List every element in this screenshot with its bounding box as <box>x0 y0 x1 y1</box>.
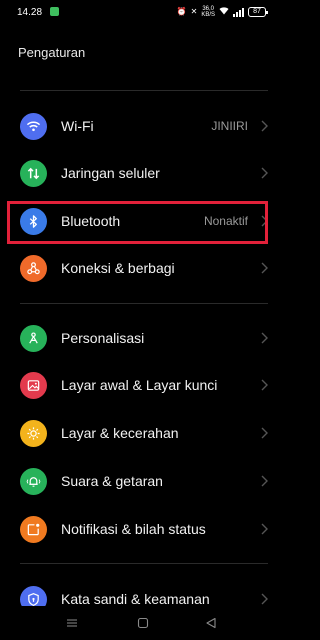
settings-item-sound-vibration[interactable]: Suara & getaran <box>0 458 286 506</box>
chevron-right-icon <box>258 522 270 536</box>
highlight-box <box>7 201 268 244</box>
settings-item-label: Notifikasi & bilah status <box>61 521 206 537</box>
chevron-right-icon <box>258 166 270 180</box>
connection-sharing-icon <box>20 255 47 282</box>
home-icon[interactable] <box>137 616 149 629</box>
settings-item-label: Suara & getaran <box>61 473 163 489</box>
chevron-right-icon <box>258 426 270 440</box>
recent-apps-icon[interactable] <box>66 616 78 628</box>
sound-vibration-icon <box>20 468 47 495</box>
settings-item-mobile-network[interactable]: Jaringan seluler <box>0 150 286 198</box>
chevron-right-icon <box>258 331 270 345</box>
chevron-right-icon <box>258 474 270 488</box>
signal-icon <box>233 7 244 17</box>
chevron-right-icon <box>258 261 270 275</box>
settings-item-value: JINIIRI <box>211 119 248 133</box>
settings-item-label: Wi-Fi <box>61 118 94 134</box>
settings-item-label: Layar & kecerahan <box>61 425 179 441</box>
settings-item-display-brightness[interactable]: Layar & kecerahan <box>0 410 286 458</box>
settings-item-wifi[interactable]: Wi-Fi JINIIRI <box>0 103 286 151</box>
settings-item-home-lock-screen[interactable]: Layar awal & Layar kunci <box>0 362 286 410</box>
navigation-bar <box>0 606 286 640</box>
status-time: 14.28 <box>17 7 43 18</box>
settings-item-personalization[interactable]: Personalisasi <box>0 315 286 363</box>
home-lock-screen-icon <box>20 372 47 399</box>
personalization-icon <box>20 325 47 352</box>
chevron-right-icon <box>258 592 270 606</box>
settings-item-connection-sharing[interactable]: Koneksi & berbagi <box>0 245 286 293</box>
battery-icon: 87 <box>248 7 268 17</box>
settings-item-label: Layar awal & Layar kunci <box>61 377 218 393</box>
page-title: Pengaturan <box>18 45 86 60</box>
chevron-right-icon <box>258 119 270 133</box>
settings-item-label: Personalisasi <box>61 330 145 346</box>
app-notification-icon <box>50 7 59 16</box>
chevron-right-icon <box>258 378 270 392</box>
settings-item-label: Kata sandi & keamanan <box>61 591 210 607</box>
wifi-status-icon <box>219 6 229 18</box>
wifi-icon <box>20 113 47 140</box>
network-speed: 36,0 KB/S <box>201 6 215 18</box>
mute-icon: ✕ <box>190 7 198 16</box>
status-bar: 14.28 ⏰ ✕ 36,0 KB/S 87 <box>0 0 286 26</box>
alarm-icon: ⏰ <box>176 7 187 16</box>
divider <box>20 90 268 91</box>
back-icon[interactable] <box>205 616 217 629</box>
settings-item-notifications[interactable]: Notifikasi & bilah status <box>0 506 286 554</box>
settings-item-label: Koneksi & berbagi <box>61 260 175 276</box>
display-brightness-icon <box>20 420 47 447</box>
status-icons: ⏰ ✕ 36,0 KB/S 87 <box>176 6 268 18</box>
mobile-data-icon <box>20 160 47 187</box>
divider <box>20 303 268 304</box>
notification-icon <box>20 516 47 543</box>
divider <box>20 563 268 564</box>
settings-item-label: Jaringan seluler <box>61 165 160 181</box>
